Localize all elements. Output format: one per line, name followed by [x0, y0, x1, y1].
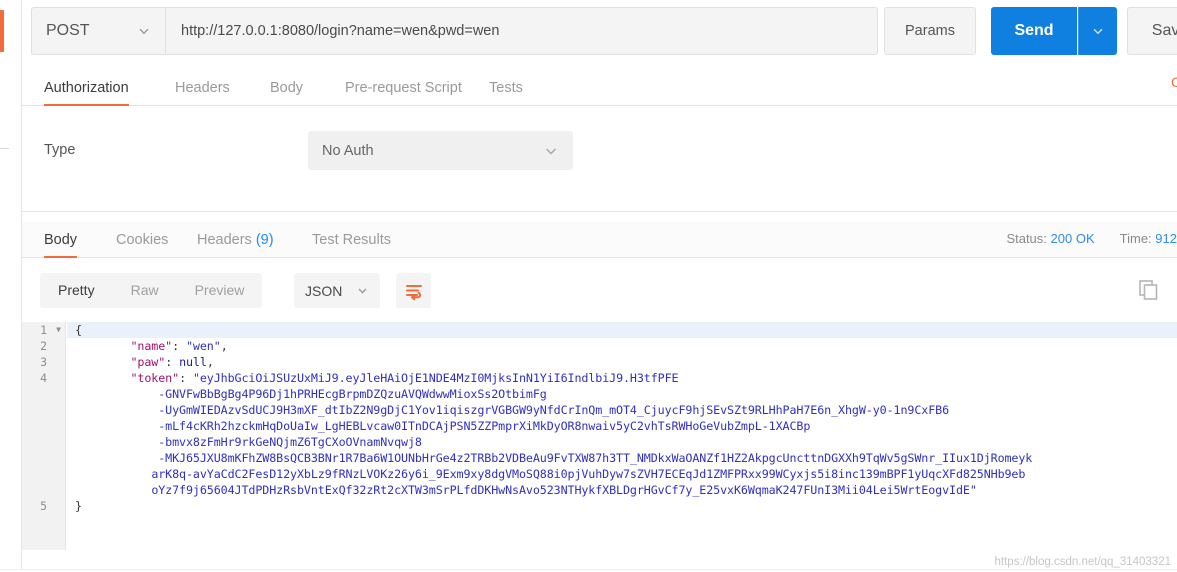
chevron-down-icon [356, 284, 369, 297]
json-key: "name" [130, 339, 173, 353]
json-value-cont: -MKJ65JXU8mKFhZW8BsQCB3BNr1R7Ba6W1OUNbHr… [158, 451, 1033, 465]
postman-window: POST http://127.0.0.1:8080/login?name=we… [0, 0, 1177, 572]
code-line: -UyGmWIEDAzvSdUCJ9H3mXF_dtIbZ2N9gDjC1Yov… [67, 402, 1177, 418]
status-value: 200 OK [1050, 231, 1095, 246]
json-value-cont: oYz7f9j65604JTdPDHzRsbVntExQf32zRt2cXTW3… [151, 483, 977, 497]
chevron-down-icon [1093, 28, 1103, 35]
status-label: Status: [1006, 231, 1047, 246]
code-link[interactable]: Code [1171, 74, 1177, 90]
send-options-button[interactable] [1078, 7, 1117, 55]
time-value: 912 [1155, 231, 1177, 246]
json-value-cont: -bmvx8zFmHr9rkGeNQjmZ6TgCXoOVnamNvqwj8 [158, 435, 422, 449]
json-value-cont: -mLf4cKRh2hzckmHqDoUaIw_LgHEBLvcaw0ITnDC… [158, 419, 811, 433]
json-value-cont: -GNVFwBbBgBg4P96Dj1hPRHEcgBrpmDZQzuAVQWd… [158, 387, 547, 401]
fold-toggle-icon[interactable]: ▼ [56, 322, 61, 338]
code-line: -GNVFwBbBgBg4P96Dj1hPRHEcgBrpmDZQzuAVQWd… [67, 386, 1177, 402]
headers-count-badge: (9) [255, 232, 274, 248]
view-mode-raw[interactable]: Raw [113, 273, 177, 308]
authorization-pane: Type No Auth [22, 106, 1177, 212]
view-mode-pretty[interactable]: Pretty [40, 273, 113, 308]
code-line: -bmvx8zFmHr9rkGeNQjmZ6TgCXoOVnamNvqwj8 [67, 434, 1177, 450]
line-number [22, 418, 65, 434]
send-button[interactable]: Send [991, 7, 1077, 55]
response-tab-test-results[interactable]: Test Results [312, 222, 391, 258]
sidebar-divider [0, 148, 9, 149]
line-number [22, 482, 65, 498]
http-method-selector[interactable]: POST [31, 7, 165, 55]
line-number: 4 [40, 371, 47, 385]
http-method-label: POST [46, 22, 90, 39]
line-number: 5 [40, 499, 47, 513]
chevron-down-icon [137, 24, 151, 38]
params-button[interactable]: Params [884, 7, 976, 55]
save-button[interactable]: Save [1127, 7, 1177, 55]
json-value: "wen" [186, 339, 221, 353]
response-tab-bar: Body Cookies Headers (9) Test Results St… [22, 222, 1177, 259]
auth-type-value: No Auth [322, 142, 374, 159]
response-tab-body[interactable]: Body [44, 222, 78, 259]
editor-content[interactable]: { "name": "wen", "paw": null, "token": "… [67, 322, 1177, 550]
line-number [22, 402, 65, 418]
response-tab-cookies[interactable]: Cookies [116, 222, 168, 258]
json-value: null [179, 355, 207, 369]
json-value: "eyJhbGciOiJSUzUxMiJ9.eyJleHAiOjE1NDE4Mz… [192, 371, 679, 385]
response-format-select[interactable]: JSON [294, 273, 380, 308]
json-key: "token" [130, 371, 180, 385]
line-number: 2 [40, 339, 47, 353]
request-url-bar: POST http://127.0.0.1:8080/login?name=we… [22, 7, 1177, 55]
line-number [22, 434, 65, 450]
code-line: arK8q-avYaCdC2FesD12yXbLz9fRNzLVOKz26y6i… [67, 466, 1177, 482]
time-label: Time: [1119, 231, 1152, 246]
copy-icon[interactable] [1137, 278, 1161, 302]
view-mode-group: Pretty Raw Preview [40, 273, 263, 308]
request-tab-bar: Authorization Headers Body Pre-request S… [22, 70, 1177, 107]
watermark: https://blog.csdn.net/qq_31403321 [994, 556, 1171, 568]
sidebar-active-marker [0, 10, 4, 52]
code-line: { [67, 322, 1177, 338]
line-number [22, 466, 65, 482]
sidebar-edge [0, 0, 22, 572]
line-number [22, 450, 65, 466]
code-line: -mLf4cKRh2hzckmHqDoUaIw_LgHEBLvcaw0ITnDC… [67, 418, 1177, 434]
code-text: { [75, 323, 82, 337]
code-text: } [75, 499, 82, 513]
code-line: -MKJ65JXU8mKFhZW8BsQCB3BNr1R7Ba6W1OUNbHr… [67, 450, 1177, 466]
tab-authorization[interactable]: Authorization [44, 70, 129, 107]
auth-type-select[interactable]: No Auth [308, 131, 573, 170]
line-number-text: 1 [40, 323, 47, 337]
code-line: "token": "eyJhbGciOiJSUzUxMiJ9.eyJleHAiO… [130, 371, 679, 385]
wrap-lines-icon[interactable] [396, 273, 431, 308]
tab-body[interactable]: Body [270, 70, 303, 106]
line-number: 3 [40, 355, 47, 369]
line-number [22, 386, 65, 402]
editor-gutter: 1 ▼ 2 3 4 5 [22, 322, 66, 550]
response-body-editor[interactable]: 1 ▼ 2 3 4 5 { "name": "wen", "paw": null… [22, 322, 1177, 550]
view-mode-preview[interactable]: Preview [177, 273, 263, 308]
code-line: "paw": null, [130, 355, 214, 369]
request-url-input[interactable]: http://127.0.0.1:8080/login?name=wen&pwd… [165, 7, 878, 55]
response-tab-headers-label: Headers [197, 232, 252, 248]
tab-tests[interactable]: Tests [489, 70, 523, 106]
response-meta: Status: 200 OK Time: 912 [1006, 231, 1177, 246]
json-value-cont: -UyGmWIEDAzvSdUCJ9H3mXF_dtIbZ2N9gDjC1Yov… [158, 403, 950, 417]
tab-headers[interactable]: Headers [175, 70, 230, 106]
response-tab-headers[interactable]: Headers (9) [197, 222, 274, 258]
code-line: oYz7f9j65604JTdPDHzRsbVntExQf32zRt2cXTW3… [67, 482, 1177, 498]
code-line: "name": "wen", [130, 339, 228, 353]
response-view-toolbar: Pretty Raw Preview JSON [22, 258, 1177, 322]
line-number: 1 ▼ [22, 322, 65, 338]
json-value-cont: arK8q-avYaCdC2FesD12yXbLz9fRNzLVOKz26y6i… [151, 467, 1026, 481]
json-key: "paw" [130, 355, 166, 369]
code-line: } [67, 498, 1177, 514]
tab-pre-request-script[interactable]: Pre-request Script [345, 70, 462, 106]
auth-type-label: Type [44, 142, 76, 158]
response-format-value: JSON [305, 282, 343, 299]
chevron-down-icon [543, 143, 559, 159]
